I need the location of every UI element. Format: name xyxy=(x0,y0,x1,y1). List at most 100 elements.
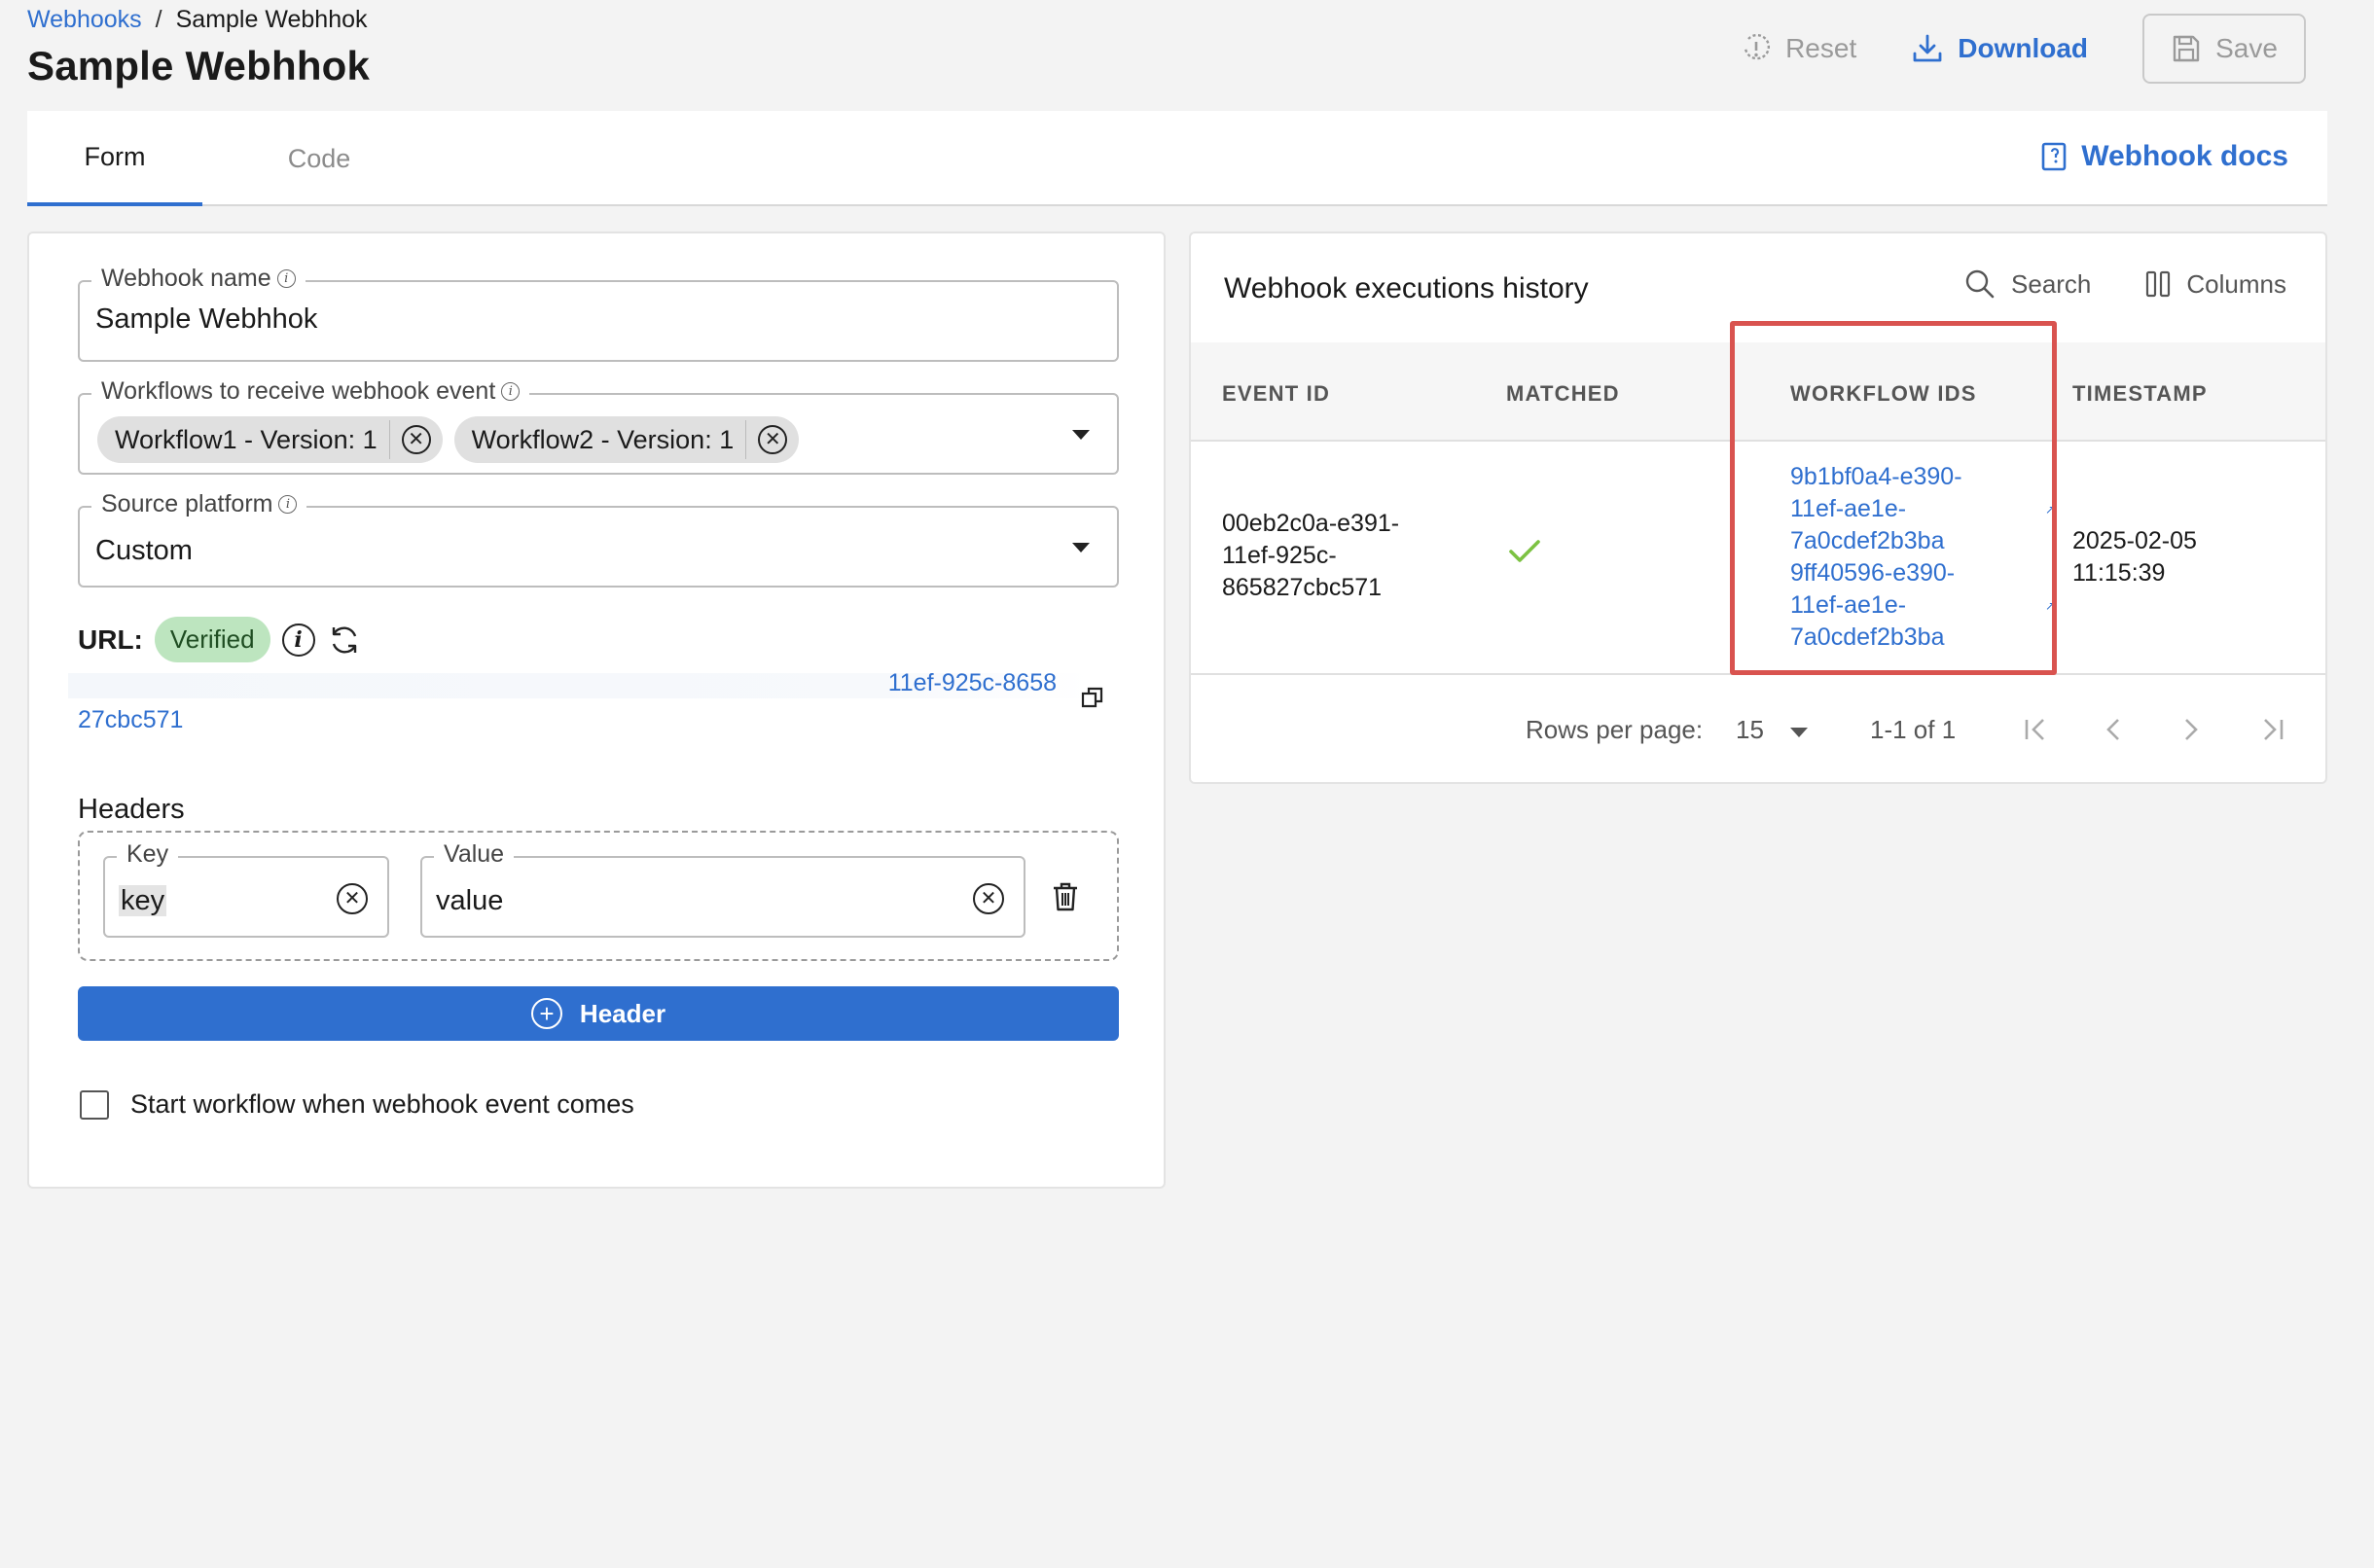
chip-divider xyxy=(388,420,390,459)
save-icon xyxy=(2173,35,2200,62)
rows-per-page-label: Rows per page: xyxy=(1526,715,1704,744)
webhook-name-label-wrap: Webhook name i xyxy=(91,265,306,293)
timestamp-line: 2025-02-05 xyxy=(2072,527,2197,554)
source-platform-label: Source platform xyxy=(101,490,273,517)
download-button[interactable]: Download xyxy=(1911,32,2088,65)
event-id-line: 00eb2c0a-e391- xyxy=(1222,510,1400,537)
save-label: Save xyxy=(2215,33,2278,63)
search-button[interactable]: Search xyxy=(1964,268,2091,300)
workflow-chip: Workflow2 - Version: 1 ✕ xyxy=(453,416,800,463)
url-label: URL: xyxy=(78,624,143,655)
verified-badge: Verified xyxy=(154,617,270,662)
timestamp-cell: 2025-02-05 11:15:39 xyxy=(2072,525,2197,589)
check-icon xyxy=(1509,540,1540,562)
workflow-chip: Workflow1 - Version: 1 ✕ xyxy=(97,416,443,463)
workflow-ids-highlight xyxy=(1730,321,2057,675)
source-platform-value: Custom xyxy=(95,535,193,566)
start-workflow-row: Start workflow when webhook event comes xyxy=(80,1089,634,1120)
remove-chip-icon[interactable]: ✕ xyxy=(758,425,788,454)
event-id-line: 11ef-925c- xyxy=(1222,542,1337,569)
header-value-field[interactable]: Value value ✕ xyxy=(420,840,1025,938)
prev-page-icon[interactable] xyxy=(2104,716,2123,743)
download-icon xyxy=(1913,34,1942,62)
pagination-range: 1-1 of 1 xyxy=(1870,715,1957,744)
breadcrumb-separator: / xyxy=(155,6,162,33)
headers-box: Key key ✕ Value value ✕ xyxy=(78,831,1119,961)
header-key-input[interactable]: key xyxy=(119,885,167,917)
workflows-select[interactable]: Workflows to receive webhook event i Wor… xyxy=(78,377,1119,475)
url-row: URL: Verified i xyxy=(78,617,362,662)
start-workflow-label[interactable]: Start workflow when webhook event comes xyxy=(130,1089,634,1120)
download-label: Download xyxy=(1958,33,2088,63)
workflow-chip-label: Workflow2 - Version: 1 xyxy=(471,424,735,454)
reset-icon xyxy=(1744,33,1771,60)
header-value-label: Value xyxy=(434,840,515,869)
last-page-icon[interactable] xyxy=(2257,716,2286,743)
search-icon xyxy=(1965,269,1995,299)
workflows-label-wrap: Workflows to receive webhook event i xyxy=(91,377,530,406)
info-icon[interactable]: i xyxy=(278,495,298,514)
webhook-name-field[interactable]: Webhook name i Sample Webhhok xyxy=(78,265,1119,362)
breadcrumb-webhooks-link[interactable]: Webhooks xyxy=(27,6,142,34)
top-actions: Reset Download Save xyxy=(1741,14,2306,84)
tabs-bar: Form Code Webhook docs xyxy=(27,111,2327,206)
info-icon[interactable]: i xyxy=(281,623,315,657)
add-header-button[interactable]: + Header xyxy=(78,986,1119,1041)
caret-down-icon[interactable] xyxy=(1072,543,1090,552)
event-id-line: 865827cbc571 xyxy=(1222,574,1383,601)
header-key-label: Key xyxy=(117,840,179,869)
columns-icon xyxy=(2146,270,2171,298)
caret-down-icon[interactable] xyxy=(1072,430,1090,440)
clear-value-icon[interactable]: ✕ xyxy=(973,883,1004,914)
tab-code[interactable]: Code xyxy=(202,111,436,206)
history-title: Webhook executions history xyxy=(1224,272,1589,304)
breadcrumb: Webhooks / Sample Webhhok xyxy=(27,6,368,34)
add-header-label: Header xyxy=(579,998,666,1028)
headers-title: Headers xyxy=(78,794,185,825)
reset-button[interactable]: Reset xyxy=(1741,33,1856,64)
header-key-field[interactable]: Key key ✕ xyxy=(103,840,389,938)
save-button[interactable]: Save xyxy=(2142,14,2306,84)
column-header-timestamp[interactable]: TIMESTAMP xyxy=(2072,381,2208,407)
info-icon[interactable]: i xyxy=(276,269,296,288)
tab-form[interactable]: Form xyxy=(27,111,202,206)
workflows-label: Workflows to receive webhook event xyxy=(101,377,496,405)
workflow-chip-label: Workflow1 - Version: 1 xyxy=(115,424,378,454)
copy-icon[interactable] xyxy=(1080,685,1105,710)
webhook-docs-link[interactable]: Webhook docs xyxy=(2040,140,2288,173)
start-workflow-checkbox[interactable] xyxy=(80,1089,109,1120)
columns-button[interactable]: Columns xyxy=(2145,268,2286,300)
first-page-icon[interactable] xyxy=(2022,716,2051,743)
page-title: Sample Webhhok xyxy=(27,43,371,89)
webhook-name-label: Webhook name xyxy=(101,265,271,292)
search-label: Search xyxy=(2011,268,2092,299)
url-text-line2[interactable]: 27cbc571 xyxy=(78,706,183,734)
event-id-cell: 00eb2c0a-e391- 11ef-925c- 865827cbc571 xyxy=(1222,508,1399,604)
webhook-form-card: Webhook name i Sample Webhhok Workflows … xyxy=(27,232,1166,1189)
url-text-line1[interactable]: 11ef-925c-8658 xyxy=(888,669,1057,697)
rows-per-page-select[interactable]: 15 xyxy=(1736,714,1764,746)
reset-label: Reset xyxy=(1785,33,1857,63)
header-value-input[interactable]: value xyxy=(436,885,503,917)
source-platform-label-wrap: Source platform i xyxy=(91,490,307,518)
remove-chip-icon[interactable]: ✕ xyxy=(401,425,431,454)
docs-book-icon xyxy=(2041,142,2067,171)
trash-icon[interactable] xyxy=(1051,881,1080,912)
caret-down-icon[interactable] xyxy=(1790,728,1808,737)
info-icon[interactable]: i xyxy=(501,382,521,401)
source-platform-select[interactable]: Source platform i Custom xyxy=(78,490,1119,588)
columns-label: Columns xyxy=(2186,268,2286,299)
timestamp-line: 11:15:39 xyxy=(2072,559,2166,587)
breadcrumb-current: Sample Webhhok xyxy=(175,6,368,33)
plus-circle-icon: + xyxy=(530,998,562,1029)
refresh-icon[interactable] xyxy=(327,623,362,658)
history-tools: Search Columns xyxy=(1964,268,2286,300)
clear-key-icon[interactable]: ✕ xyxy=(337,883,368,914)
column-header-event-id[interactable]: EVENT ID xyxy=(1222,381,1330,407)
chip-divider xyxy=(745,420,747,459)
column-header-matched[interactable]: MATCHED xyxy=(1506,381,1620,407)
next-page-icon[interactable] xyxy=(2181,716,2201,743)
header-key-text: key xyxy=(119,885,167,916)
workflow-chips: Workflow1 - Version: 1 ✕ Workflow2 - Ver… xyxy=(97,416,800,463)
webhook-name-input[interactable]: Sample Webhhok xyxy=(95,303,317,336)
